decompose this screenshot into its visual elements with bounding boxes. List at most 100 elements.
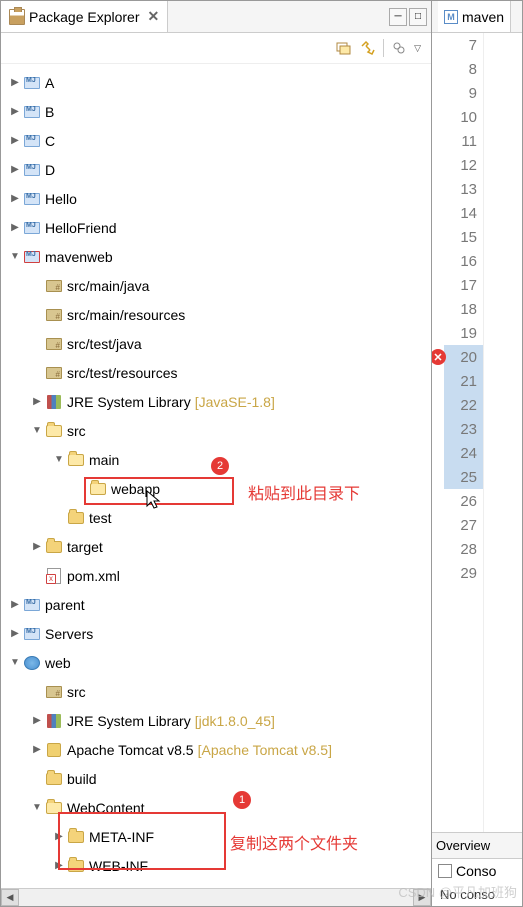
tree-item-a[interactable]: ▶A — [1, 68, 431, 97]
line-number[interactable]: 24 — [444, 441, 483, 465]
line-number[interactable]: 15 — [444, 225, 483, 249]
tree-item-label: WEB-INF — [89, 858, 148, 874]
web-project-icon — [23, 655, 41, 671]
tree-item-hello[interactable]: ▶Hello — [1, 184, 431, 213]
collapse-all-icon[interactable] — [335, 39, 353, 57]
line-number[interactable]: 29 — [444, 561, 483, 585]
java-project-icon — [23, 191, 41, 207]
expand-arrow-icon[interactable]: ▼ — [29, 425, 45, 436]
tree-item-label: WebContent — [67, 800, 145, 816]
expand-arrow-icon[interactable]: ▶ — [29, 541, 45, 552]
tree-item-webcontent[interactable]: ▼ WebContent — [1, 793, 431, 822]
line-number[interactable]: 26 — [444, 489, 483, 513]
horizontal-scrollbar[interactable]: ◀ ▶ — [1, 888, 431, 906]
line-number[interactable]: 27 — [444, 513, 483, 537]
line-number[interactable]: 20✕ — [444, 345, 483, 369]
line-number[interactable]: 11 — [444, 129, 483, 153]
expand-arrow-icon[interactable]: ▶ — [7, 628, 23, 639]
tree-item-build[interactable]: ▶build — [1, 764, 431, 793]
java-project-icon — [23, 104, 41, 120]
tree-item-servers[interactable]: ▶Servers — [1, 619, 431, 648]
tree-item-d[interactable]: ▶D — [1, 155, 431, 184]
tree-item-apache tomcat v8-5[interactable]: ▶Apache Tomcat v8.5[Apache Tomcat v8.5] — [1, 735, 431, 764]
line-number-gutter[interactable]: 7891011121314151617181920✕21222324252627… — [444, 33, 484, 832]
tree-item-suffix: [JavaSE-1.8] — [195, 394, 275, 410]
link-editor-icon[interactable] — [359, 39, 377, 57]
expand-arrow-icon[interactable]: ▶ — [7, 193, 23, 204]
expand-arrow-icon[interactable]: ▼ — [51, 454, 67, 465]
expand-arrow-icon[interactable]: ▼ — [29, 802, 45, 813]
expand-arrow-icon[interactable]: ▶ — [29, 744, 45, 755]
expand-arrow-icon[interactable]: ▶ — [7, 77, 23, 88]
line-number[interactable]: 25 — [444, 465, 483, 489]
java-project-icon — [23, 75, 41, 91]
tree-item-src-test-java[interactable]: ▶src/test/java — [1, 329, 431, 358]
tree-item-web-inf[interactable]: ▶ WEB-INF — [1, 851, 431, 880]
line-number[interactable]: 14 — [444, 201, 483, 225]
minimize-button[interactable]: ─ — [389, 8, 407, 26]
expand-arrow-icon[interactable]: ▶ — [7, 106, 23, 117]
expand-arrow-icon[interactable]: ▶ — [51, 860, 67, 871]
tree-item-hellofriend[interactable]: ▶HelloFriend — [1, 213, 431, 242]
tree-item-label: Apache Tomcat v8.5 — [67, 742, 194, 758]
tree-item-label: target — [67, 539, 103, 555]
expand-arrow-icon[interactable]: ▶ — [29, 396, 45, 407]
tree-item-src-test-resources[interactable]: ▶src/test/resources — [1, 358, 431, 387]
expand-arrow-icon[interactable]: ▶ — [51, 831, 67, 842]
focus-icon[interactable] — [390, 39, 408, 57]
expand-arrow-icon[interactable]: ▶ — [29, 715, 45, 726]
expand-arrow-icon[interactable]: ▼ — [7, 251, 23, 262]
maximize-button[interactable]: □ — [409, 8, 427, 26]
tree-item-label: D — [45, 162, 55, 178]
line-number[interactable]: 10 — [444, 105, 483, 129]
line-number[interactable]: 16 — [444, 249, 483, 273]
package-explorer-tab[interactable]: Package Explorer ✕ — [1, 1, 168, 32]
tree-item-mavenweb[interactable]: ▼mavenweb — [1, 242, 431, 271]
editor-tab[interactable]: M maven — [438, 1, 511, 32]
project-tree[interactable]: ▶A▶B▶C▶D▶Hello▶HelloFriend▼mavenweb▶src/… — [1, 64, 431, 888]
tree-item-main[interactable]: ▼ main — [1, 445, 431, 474]
line-number[interactable]: 12 — [444, 153, 483, 177]
tree-item-web[interactable]: ▼ web — [1, 648, 431, 677]
overview-tab[interactable]: Overview — [436, 838, 490, 853]
tree-item-target[interactable]: ▶ target — [1, 532, 431, 561]
tree-item-src[interactable]: ▶src — [1, 677, 431, 706]
line-number[interactable]: 9 — [444, 81, 483, 105]
line-number[interactable]: 28 — [444, 537, 483, 561]
tree-item-src-main-resources[interactable]: ▶src/main/resources — [1, 300, 431, 329]
expand-arrow-icon[interactable]: ▶ — [7, 222, 23, 233]
folder-icon — [45, 771, 63, 787]
tree-item-meta-inf[interactable]: ▶META-INF — [1, 822, 431, 851]
error-marker-icon[interactable]: ✕ — [432, 349, 446, 365]
tree-item-label: web — [45, 655, 71, 671]
folder-icon — [45, 539, 63, 555]
tree-item-webapp[interactable]: ▶webapp — [1, 474, 431, 503]
view-menu-icon[interactable]: ▽ — [414, 43, 421, 54]
line-number[interactable]: 13 — [444, 177, 483, 201]
expand-arrow-icon[interactable]: ▶ — [7, 599, 23, 610]
tree-item-jre system library[interactable]: ▶JRE System Library[JavaSE-1.8] — [1, 387, 431, 416]
line-number[interactable]: 19 — [444, 321, 483, 345]
tree-item-src[interactable]: ▼src — [1, 416, 431, 445]
tree-item-label: main — [89, 452, 119, 468]
tree-item-c[interactable]: ▶C — [1, 126, 431, 155]
line-number[interactable]: 21 — [444, 369, 483, 393]
tree-item-b[interactable]: ▶B — [1, 97, 431, 126]
expand-arrow-icon[interactable]: ▼ — [7, 657, 23, 668]
scroll-left-button[interactable]: ◀ — [1, 889, 19, 906]
line-number[interactable]: 18 — [444, 297, 483, 321]
tree-item-pom-xml[interactable]: ▶pom.xml — [1, 561, 431, 590]
tree-item-src-main-java[interactable]: ▶src/main/java — [1, 271, 431, 300]
expand-arrow-icon[interactable]: ▶ — [7, 164, 23, 175]
line-number[interactable]: 23 — [444, 417, 483, 441]
tree-item-jre system library[interactable]: ▶JRE System Library[jdk1.8.0_45] — [1, 706, 431, 735]
console-tab[interactable]: Conso — [432, 859, 522, 883]
expand-arrow-icon[interactable]: ▶ — [7, 135, 23, 146]
tree-item-parent[interactable]: ▶parent — [1, 590, 431, 619]
close-icon[interactable]: ✕ — [148, 8, 160, 25]
line-number[interactable]: 22 — [444, 393, 483, 417]
line-number[interactable]: 7 — [444, 33, 483, 57]
tree-item-test[interactable]: ▶test — [1, 503, 431, 532]
line-number[interactable]: 17 — [444, 273, 483, 297]
line-number[interactable]: 8 — [444, 57, 483, 81]
